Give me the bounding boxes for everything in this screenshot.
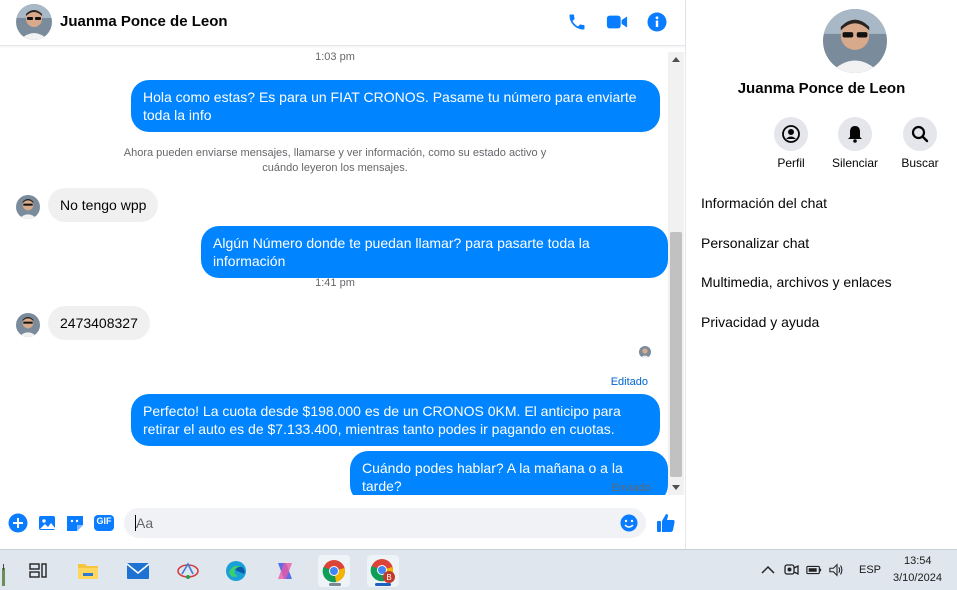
like-icon[interactable]	[655, 512, 677, 534]
incoming-message[interactable]: 2473408327	[48, 306, 150, 340]
search-icon[interactable]	[903, 117, 937, 151]
scroll-up-arrow[interactable]	[672, 57, 680, 62]
incoming-message[interactable]: No tengo wpp	[48, 188, 159, 222]
chat-panel: Juanma Ponce de Leon 1:03 pm Hola como e…	[0, 0, 686, 549]
emoji-icon[interactable]	[620, 514, 638, 532]
mail-icon[interactable]	[122, 555, 154, 587]
clock-time[interactable]: 13:54	[904, 555, 932, 567]
contact-avatar-small[interactable]	[16, 313, 40, 337]
message-input-box[interactable]	[124, 508, 646, 538]
chrome-profile-icon[interactable]: B	[367, 555, 399, 587]
chat-header: Juanma Ponce de Leon	[0, 0, 685, 46]
profile-icon[interactable]	[774, 117, 808, 151]
profile-name: Juanma Ponce de Leon	[737, 80, 906, 97]
taskbar: B ESP 13:54 3/10/2024	[0, 549, 957, 590]
weather-widget-icon[interactable]	[0, 560, 10, 588]
menu-media-files-links[interactable]: Multimedia, archivos y enlaces	[701, 274, 892, 290]
scroll-down-arrow[interactable]	[672, 485, 680, 490]
composer: GIF	[0, 500, 685, 546]
speaker-icon[interactable]	[829, 562, 845, 578]
edited-label: Editado	[610, 376, 648, 388]
action-label: Silenciar	[831, 156, 879, 170]
outgoing-message[interactable]: Hola como estas? Es para un FIAT CRONOS.…	[131, 80, 660, 132]
clock-date[interactable]: 3/10/2024	[893, 572, 942, 584]
copilot-icon[interactable]	[269, 555, 301, 587]
profile-action[interactable]: Perfil	[759, 117, 823, 170]
contact-name[interactable]: Juanma Ponce de Leon	[60, 13, 228, 30]
paint-icon[interactable]	[172, 555, 204, 587]
language-indicator[interactable]: ESP	[859, 564, 881, 576]
contact-avatar-small[interactable]	[16, 195, 40, 219]
action-label: Perfil	[777, 156, 805, 170]
video-camera-icon[interactable]	[605, 10, 629, 34]
file-explorer-icon[interactable]	[72, 555, 104, 587]
chevron-up-icon[interactable]	[760, 562, 776, 578]
system-note: Ahora pueden enviarse mensajes, llamarse…	[123, 147, 547, 174]
timestamp: 1:03 pm	[315, 51, 355, 63]
bell-icon[interactable]	[838, 117, 872, 151]
outgoing-message[interactable]: Perfecto! La cuota desde $198.000 es de …	[131, 394, 660, 446]
seen-avatar	[639, 346, 651, 358]
menu-chat-info[interactable]: Información del chat	[701, 195, 827, 211]
sent-status: Enviado	[611, 482, 651, 494]
running-indicator	[375, 583, 391, 586]
phone-icon[interactable]	[565, 10, 589, 34]
search-action[interactable]: Buscar	[888, 117, 952, 170]
svg-text:B: B	[386, 573, 391, 582]
message-input[interactable]	[136, 508, 606, 538]
mute-action[interactable]: Silenciar	[823, 117, 887, 170]
plus-icon[interactable]	[7, 512, 29, 534]
sticker-icon[interactable]	[64, 512, 86, 534]
gif-icon[interactable]: GIF	[93, 512, 115, 534]
edge-icon[interactable]	[220, 555, 252, 587]
meet-icon[interactable]	[783, 562, 799, 578]
profile-avatar[interactable]	[823, 9, 887, 73]
menu-privacy-help[interactable]: Privacidad y ayuda	[701, 314, 819, 330]
timestamp: 1:41 pm	[315, 277, 355, 289]
chat-info-panel: Juanma Ponce de Leon Perfil Silenciar Bu…	[686, 0, 957, 549]
chrome-icon[interactable]	[318, 555, 350, 587]
outgoing-message[interactable]: Algún Número donde te puedan llamar? par…	[201, 226, 668, 278]
battery-icon[interactable]	[806, 562, 822, 578]
scrollbar[interactable]	[668, 52, 684, 495]
task-view-icon[interactable]	[22, 555, 54, 587]
contact-avatar[interactable]	[16, 4, 52, 40]
scroll-thumb[interactable]	[670, 232, 682, 477]
menu-customize-chat[interactable]: Personalizar chat	[701, 235, 809, 251]
image-icon[interactable]	[36, 512, 58, 534]
message-list[interactable]: 1:03 pm Hola como estas? Es para un FIAT…	[0, 47, 668, 495]
action-label: Buscar	[901, 156, 939, 170]
info-icon[interactable]	[645, 10, 669, 34]
gif-label: GIF	[96, 516, 112, 526]
running-indicator	[329, 583, 341, 586]
